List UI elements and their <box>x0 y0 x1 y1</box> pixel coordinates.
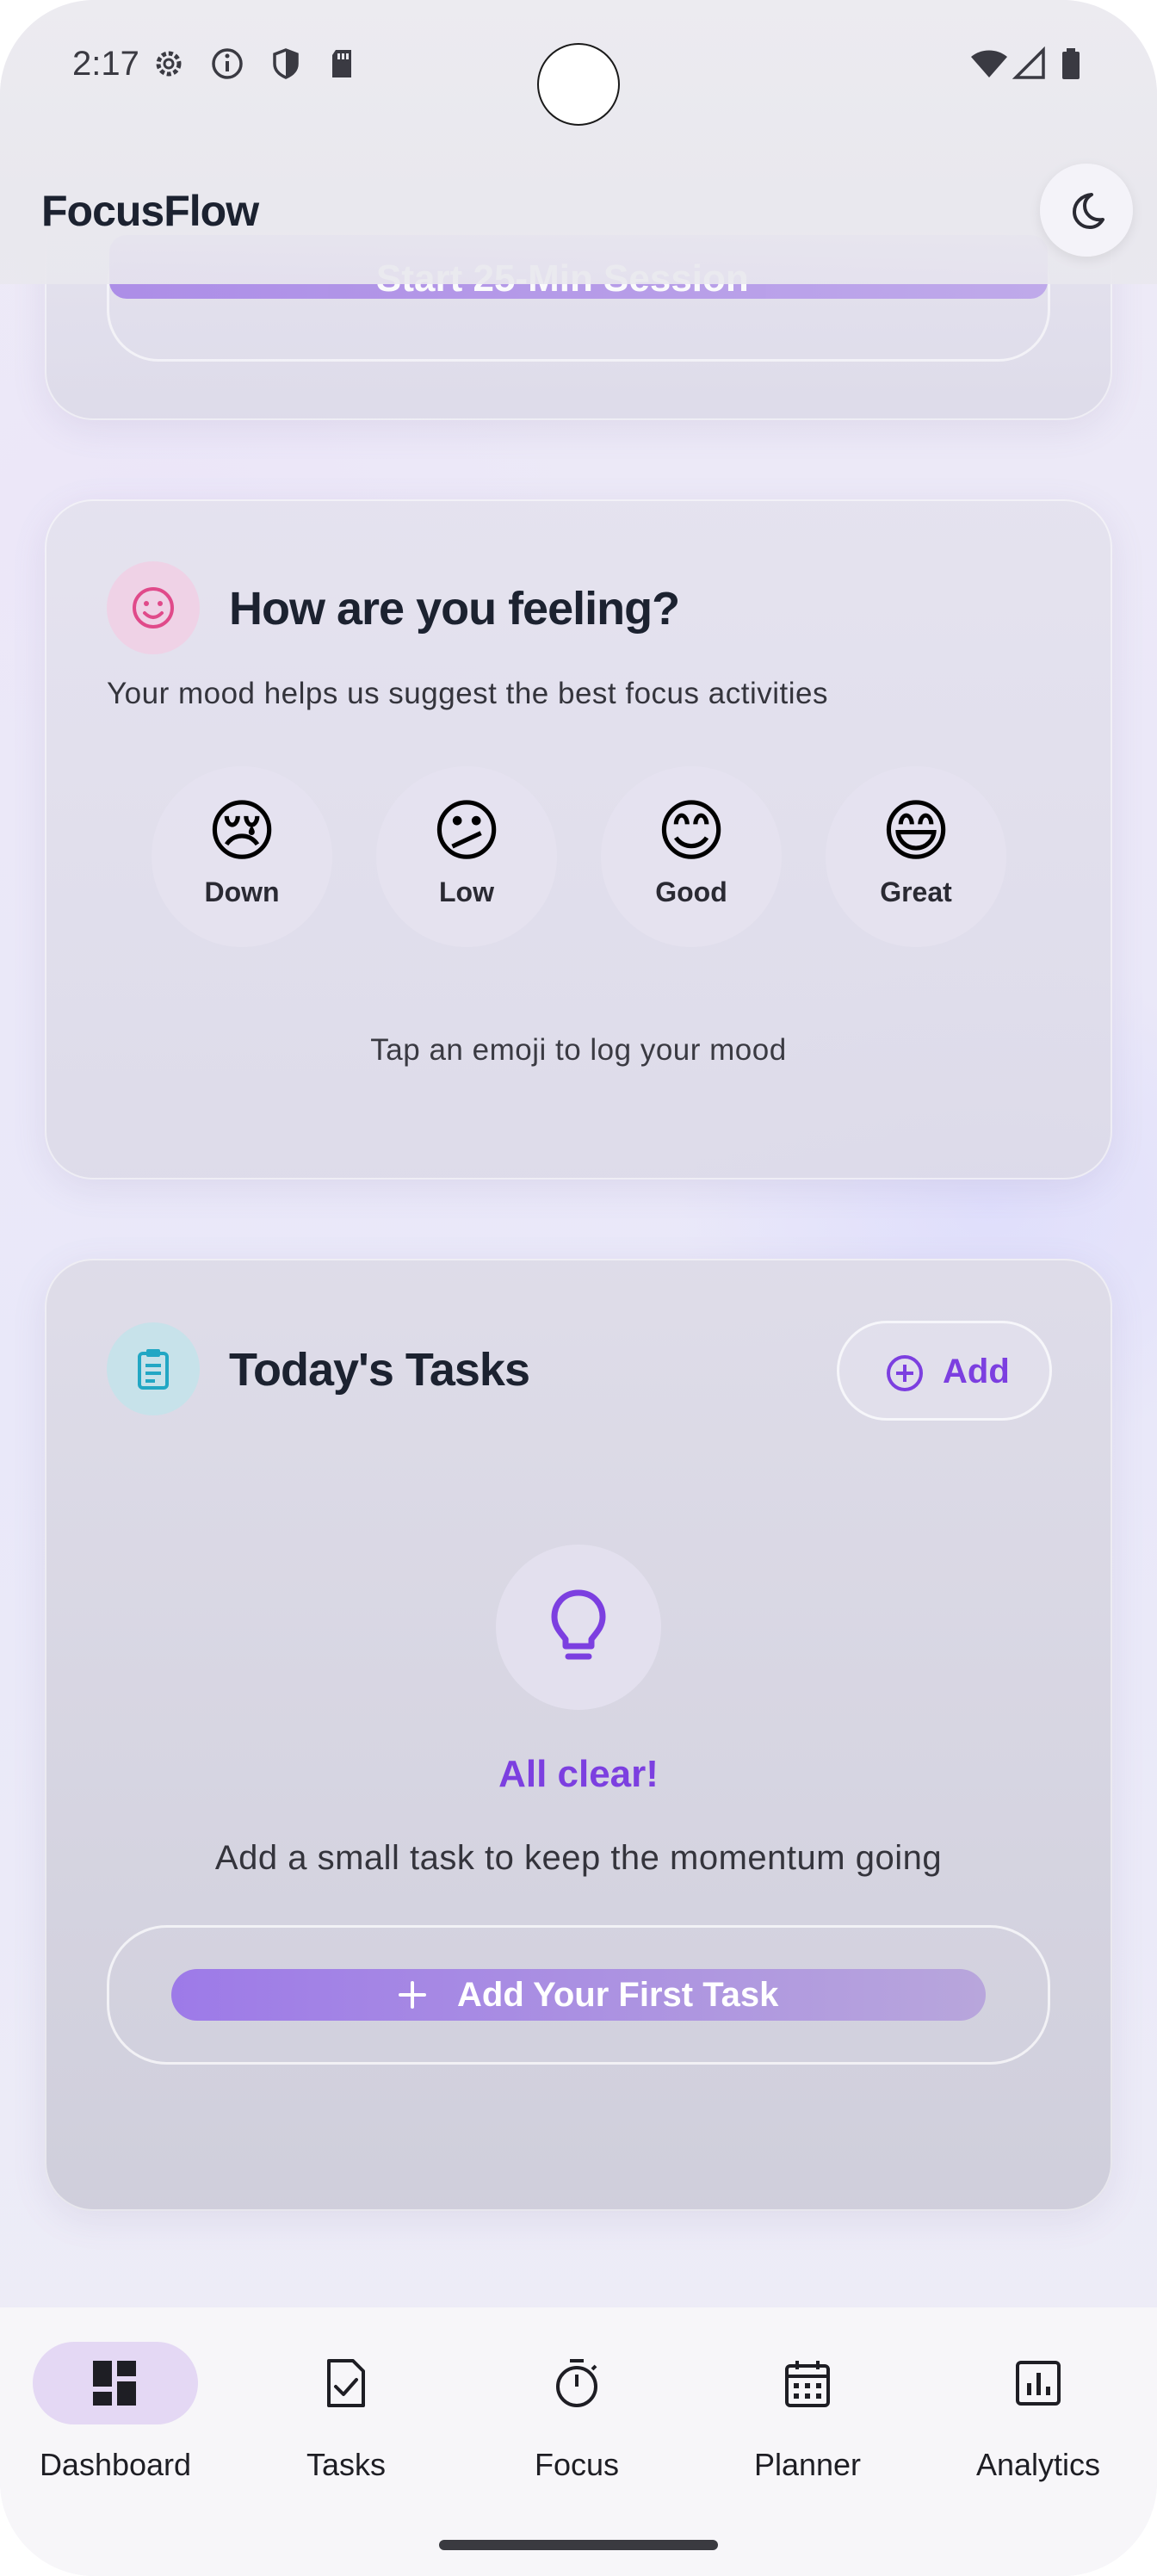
lightbulb-icon <box>551 1589 606 1660</box>
mood-label: Great <box>880 876 952 907</box>
timer-icon <box>556 2359 597 2407</box>
emoji-smiling: 😊 <box>656 793 727 869</box>
front-camera <box>537 43 620 126</box>
tasks-card-title: Today's Tasks <box>229 1344 530 1396</box>
tasks-card: Today's Tasks Add All clear! Add a small… <box>45 1259 1112 2211</box>
nav-label-dashboard: Dashboard <box>39 2447 192 2482</box>
nav-label-tasks: Tasks <box>306 2447 387 2482</box>
smiley-icon <box>133 587 174 629</box>
first-task-frame: Add Your First Task <box>107 1925 1050 2065</box>
plus-icon <box>399 1981 426 2009</box>
add-circle-icon <box>887 1355 923 1391</box>
nav-label-analytics: Analytics <box>975 2447 1101 2482</box>
mood-label: Good <box>655 876 727 907</box>
phone-screen: Start 25-Min Session How are you feeling… <box>0 0 1157 2576</box>
task-check-icon <box>327 2359 365 2407</box>
nav-item-tasks[interactable]: Tasks <box>231 2342 461 2514</box>
emoji-confused: 😕 <box>431 793 502 869</box>
add-task-label: Add <box>943 1353 1010 1390</box>
mood-option-great[interactable]: 😄 Great <box>826 766 1006 947</box>
nav-item-planner[interactable]: Planner <box>692 2342 923 2514</box>
nav-label-planner: Planner <box>753 2447 862 2482</box>
empty-state-title: All clear! <box>498 1753 659 1795</box>
mood-card: How are you feeling? Your mood helps us … <box>45 499 1112 1180</box>
nav-item-analytics[interactable]: Analytics <box>923 2342 1154 2514</box>
nav-label-focus: Focus <box>534 2447 620 2482</box>
add-first-task-button[interactable]: Add Your First Task <box>171 1969 986 2021</box>
nav-item-focus[interactable]: Focus <box>461 2342 692 2514</box>
mood-option-down[interactable]: 😢 Down <box>152 766 332 947</box>
emoji-grinning: 😄 <box>881 793 951 869</box>
mood-option-good[interactable]: 😊 Good <box>601 766 782 947</box>
add-first-task-label: Add Your First Task <box>457 1976 779 2014</box>
mood-card-subtitle: Your mood helps us suggest the best focu… <box>107 677 828 710</box>
mood-label: Down <box>204 876 280 907</box>
wifi-icon <box>971 50 1007 77</box>
bottom-navigation: Dashboard Tasks Focus Planner Analytics <box>0 2307 1157 2576</box>
mood-icon-badge <box>107 561 200 654</box>
analytics-icon <box>1016 2361 1061 2406</box>
mood-label: Low <box>439 876 494 907</box>
home-indicator[interactable] <box>439 2540 718 2550</box>
shield-icon <box>273 48 299 79</box>
empty-state-badge <box>496 1545 661 1710</box>
theme-toggle-button[interactable] <box>1040 164 1133 257</box>
moon-icon <box>1073 193 1104 229</box>
emoji-crying: 😢 <box>207 793 277 869</box>
sd-card-icon <box>332 50 351 77</box>
nav-item-dashboard[interactable]: Dashboard <box>0 2342 231 2514</box>
status-time: 2:17 <box>72 45 139 83</box>
app-title: FocusFlow <box>41 187 259 235</box>
clipboard-icon <box>138 1349 169 1390</box>
settings-icon <box>156 51 182 77</box>
calendar-icon <box>785 2361 830 2407</box>
mood-option-low[interactable]: 😕 Low <box>376 766 557 947</box>
status-bar: 2:17 <box>0 0 1157 146</box>
add-task-button[interactable]: Add <box>837 1321 1052 1421</box>
mood-card-title: How are you feeling? <box>229 583 680 635</box>
empty-state-text: Add a small task to keep the momentum go… <box>214 1839 943 1877</box>
battery-icon <box>1062 48 1080 79</box>
tasks-icon-badge <box>107 1322 200 1415</box>
dashboard-icon <box>93 2361 136 2406</box>
signal-icon <box>1012 46 1045 79</box>
mood-hint: Tap an emoji to log your mood <box>370 1033 787 1067</box>
info-icon <box>212 48 243 79</box>
